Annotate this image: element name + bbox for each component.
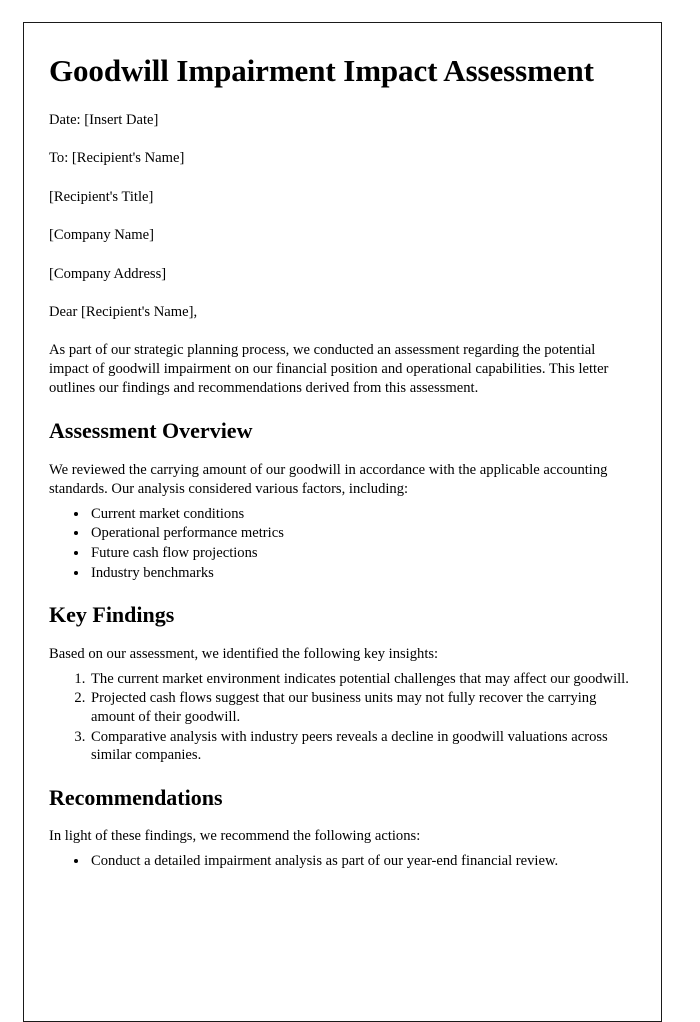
header-line-company-address: [Company Address] (49, 265, 167, 282)
list-item: Conduct a detailed impairment analysis a… (89, 852, 635, 871)
section-heading: Recommendations (49, 785, 223, 811)
document-page: Goodwill Impairment Impact Assessment Da… (23, 22, 662, 1022)
section-key-findings: Key Findings Based on our assessment, we… (49, 602, 635, 765)
list-item: Current market conditions (89, 505, 635, 524)
header-line-recipient-title: [Recipient's Title] (49, 188, 154, 205)
section-heading: Assessment Overview (49, 418, 253, 444)
salutation: Dear [Recipient's Name], (49, 303, 198, 320)
header-line-company-name: [Company Name] (49, 227, 154, 244)
list-item: Comparative analysis with industry peers… (89, 728, 635, 765)
list-item: Projected cash flows suggest that our bu… (89, 689, 635, 726)
key-findings-list: The current market environment indicates… (49, 670, 635, 765)
list-item: The current market environment indicates… (89, 670, 635, 689)
header-line-date: Date: [Insert Date] (49, 111, 159, 128)
list-item: Future cash flow projections (89, 544, 635, 563)
document-body: Goodwill Impairment Impact Assessment Da… (24, 23, 661, 871)
intro-paragraph: As part of our strategic planning proces… (49, 342, 609, 397)
section-assessment-overview: Assessment Overview We reviewed the carr… (49, 418, 635, 582)
assessment-factors-list: Current market conditions Operational pe… (49, 505, 635, 583)
list-item: Industry benchmarks (89, 564, 635, 583)
list-item: Operational performance metrics (89, 524, 635, 543)
section-heading: Key Findings (49, 602, 175, 628)
header-line-recipient-name: To: [Recipient's Name] (49, 150, 185, 167)
page-title: Goodwill Impairment Impact Assessment (49, 53, 594, 88)
section-paragraph: Based on our assessment, we identified t… (49, 645, 439, 662)
section-paragraph: We reviewed the carrying amount of our g… (49, 461, 608, 497)
section-paragraph: In light of these findings, we recommend… (49, 828, 421, 845)
letter-header-block: Date: [Insert Date] To: [Recipient's Nam… (49, 111, 635, 322)
recommendations-list: Conduct a detailed impairment analysis a… (49, 852, 635, 871)
section-recommendations: Recommendations In light of these findin… (49, 785, 635, 871)
